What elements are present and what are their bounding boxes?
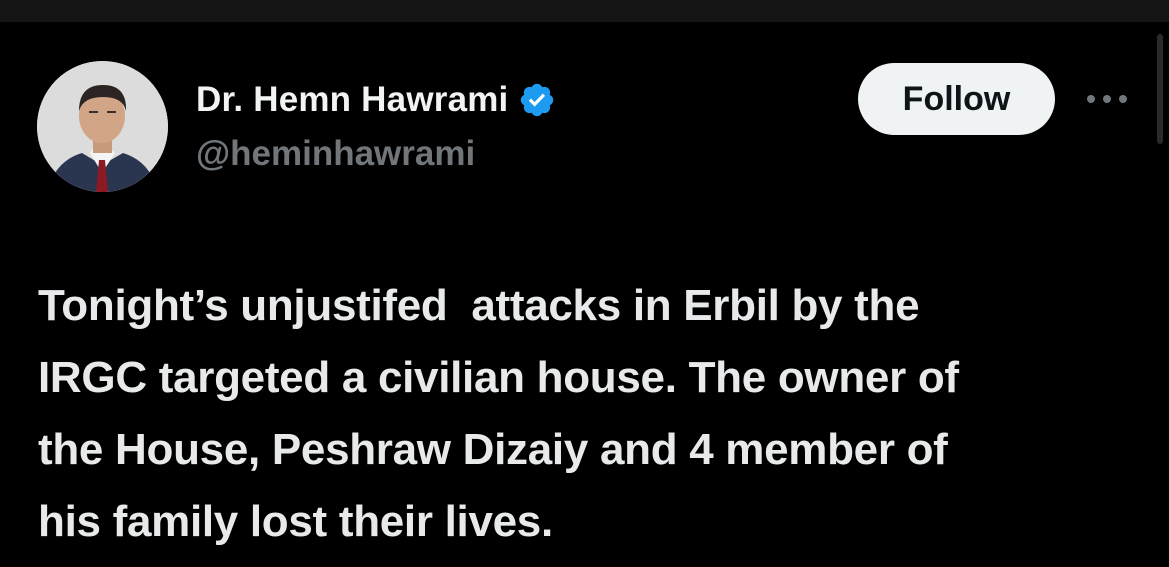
avatar[interactable] xyxy=(37,61,168,192)
tweet-text-line: IRGC targeted a civilian house. The owne… xyxy=(38,353,959,402)
tweet-body: Tonight’s unjustifed attacks in Erbil by… xyxy=(38,270,1148,558)
tweet-screenshot: Dr. Hemn Hawrami @heminhawrami Follow To… xyxy=(0,0,1169,567)
author-name-row: Dr. Hemn Hawrami xyxy=(196,78,556,122)
top-bar xyxy=(0,0,1169,22)
verified-badge-icon[interactable] xyxy=(518,81,556,119)
follow-button[interactable]: Follow xyxy=(858,63,1055,135)
author-display-name[interactable]: Dr. Hemn Hawrami xyxy=(196,80,508,120)
tweet-text-line: Tonight’s unjustifed attacks in Erbil by… xyxy=(38,281,920,330)
avatar-photo-icon xyxy=(37,61,168,192)
more-options-icon xyxy=(1087,95,1127,103)
scrollbar[interactable] xyxy=(1157,34,1163,144)
tweet-text-line: his family lost their lives. xyxy=(38,497,553,546)
tweet-text-line: the House, Peshraw Dizaiy and 4 member o… xyxy=(38,425,948,474)
author-handle[interactable]: @heminhawrami xyxy=(196,134,475,174)
more-options-button[interactable] xyxy=(1084,84,1130,114)
